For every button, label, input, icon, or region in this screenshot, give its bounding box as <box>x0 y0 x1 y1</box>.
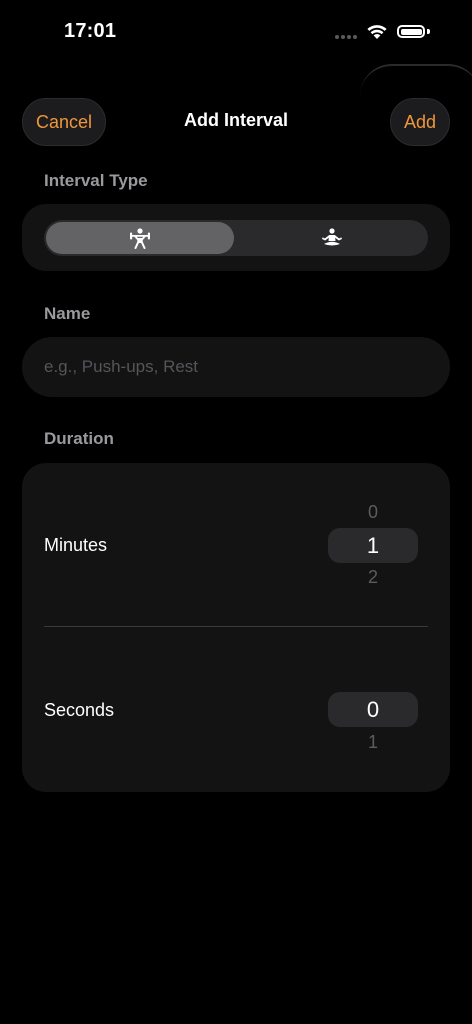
interval-type-segmented-control[interactable] <box>44 220 428 256</box>
name-input[interactable] <box>22 337 450 397</box>
minutes-option-below[interactable]: 2 <box>328 567 418 588</box>
name-label: Name <box>44 304 91 323</box>
minutes-picker[interactable]: 0 1 2 <box>328 500 418 592</box>
minutes-selected-value[interactable]: 1 <box>328 528 418 563</box>
add-button[interactable]: Add <box>390 98 450 146</box>
seconds-option-below[interactable]: 1 <box>328 732 418 753</box>
sheet-edge <box>360 64 472 96</box>
seconds-picker[interactable]: 0 1 <box>328 692 418 762</box>
wifi-icon <box>366 22 388 45</box>
minutes-option-above[interactable]: 0 <box>328 502 418 523</box>
seconds-selected-value[interactable]: 0 <box>328 692 418 727</box>
divider <box>44 626 428 627</box>
seconds-label: Seconds <box>44 700 115 720</box>
duration-label: Duration <box>44 429 114 448</box>
status-time: 17:01 <box>64 20 117 42</box>
battery-icon <box>397 25 425 38</box>
segment-strength[interactable] <box>46 222 234 254</box>
meditation-icon <box>322 228 342 246</box>
battery-cap <box>427 29 430 34</box>
weightlifting-icon <box>130 228 150 249</box>
cellular-signal-icon <box>335 35 359 39</box>
segment-mindfulness[interactable] <box>238 222 426 254</box>
minutes-label: Minutes <box>44 535 108 555</box>
interval-type-label: Interval Type <box>44 171 148 190</box>
